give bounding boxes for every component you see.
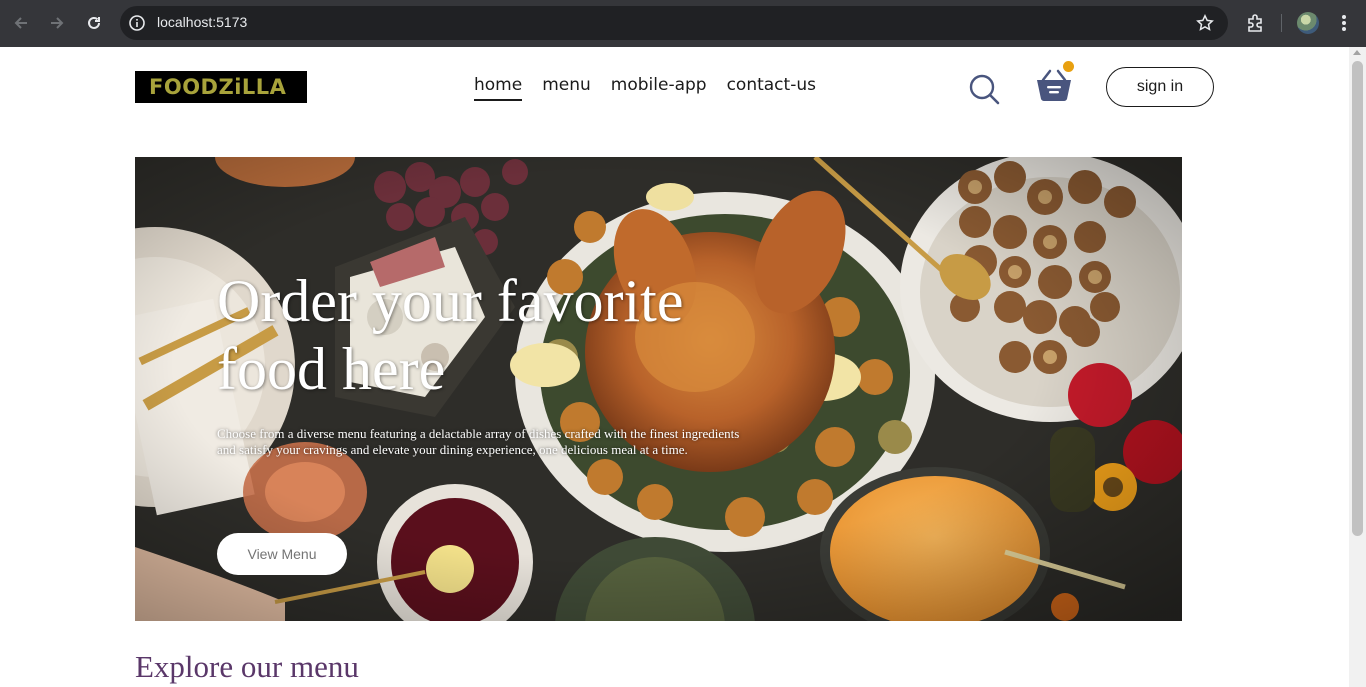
view-menu-button[interactable]: View Menu [217,533,347,575]
chrome-menu-icon[interactable] [1334,12,1354,34]
hero-title: Order your favorite food here [217,268,684,402]
scrollbar-thumb[interactable] [1352,61,1363,536]
url-text[interactable]: localhost:5173 [157,14,247,30]
sign-in-button[interactable]: sign in [1106,67,1214,107]
hero-description: Choose from a diverse menu featuring a d… [217,426,740,457]
profile-avatar[interactable] [1297,12,1319,34]
explore-menu-heading: Explore our menu [135,649,359,684]
page-scrollbar[interactable] [1349,47,1366,687]
address-bar[interactable]: localhost:5173 [120,6,1228,40]
toolbar-divider [1281,14,1282,32]
site-info-icon[interactable] [128,14,146,32]
nav-home[interactable]: home [474,75,523,101]
search-icon[interactable] [967,72,1001,106]
web-page: FOODZiLLA home menu mobile-app contact-u… [0,47,1349,687]
nav-menu[interactable]: menu [542,75,591,101]
main-navigation: home menu mobile-app contact-us [474,75,816,101]
browser-toolbar: localhost:5173 [0,0,1366,47]
back-icon[interactable] [10,12,32,34]
forward-icon[interactable] [46,12,68,34]
hero-banner: Order your favorite food here Choose fro… [135,157,1182,621]
site-logo[interactable]: FOODZiLLA [135,71,307,103]
bookmark-star-icon[interactable] [1196,14,1214,32]
basket-icon[interactable] [1034,68,1074,104]
nav-mobile-app[interactable]: mobile-app [611,75,707,101]
cart-notification-dot [1063,61,1074,72]
scroll-up-arrow-icon[interactable] [1353,50,1361,55]
reload-icon[interactable] [83,12,105,34]
nav-contact-us[interactable]: contact-us [727,75,816,101]
extensions-icon[interactable] [1244,12,1266,34]
